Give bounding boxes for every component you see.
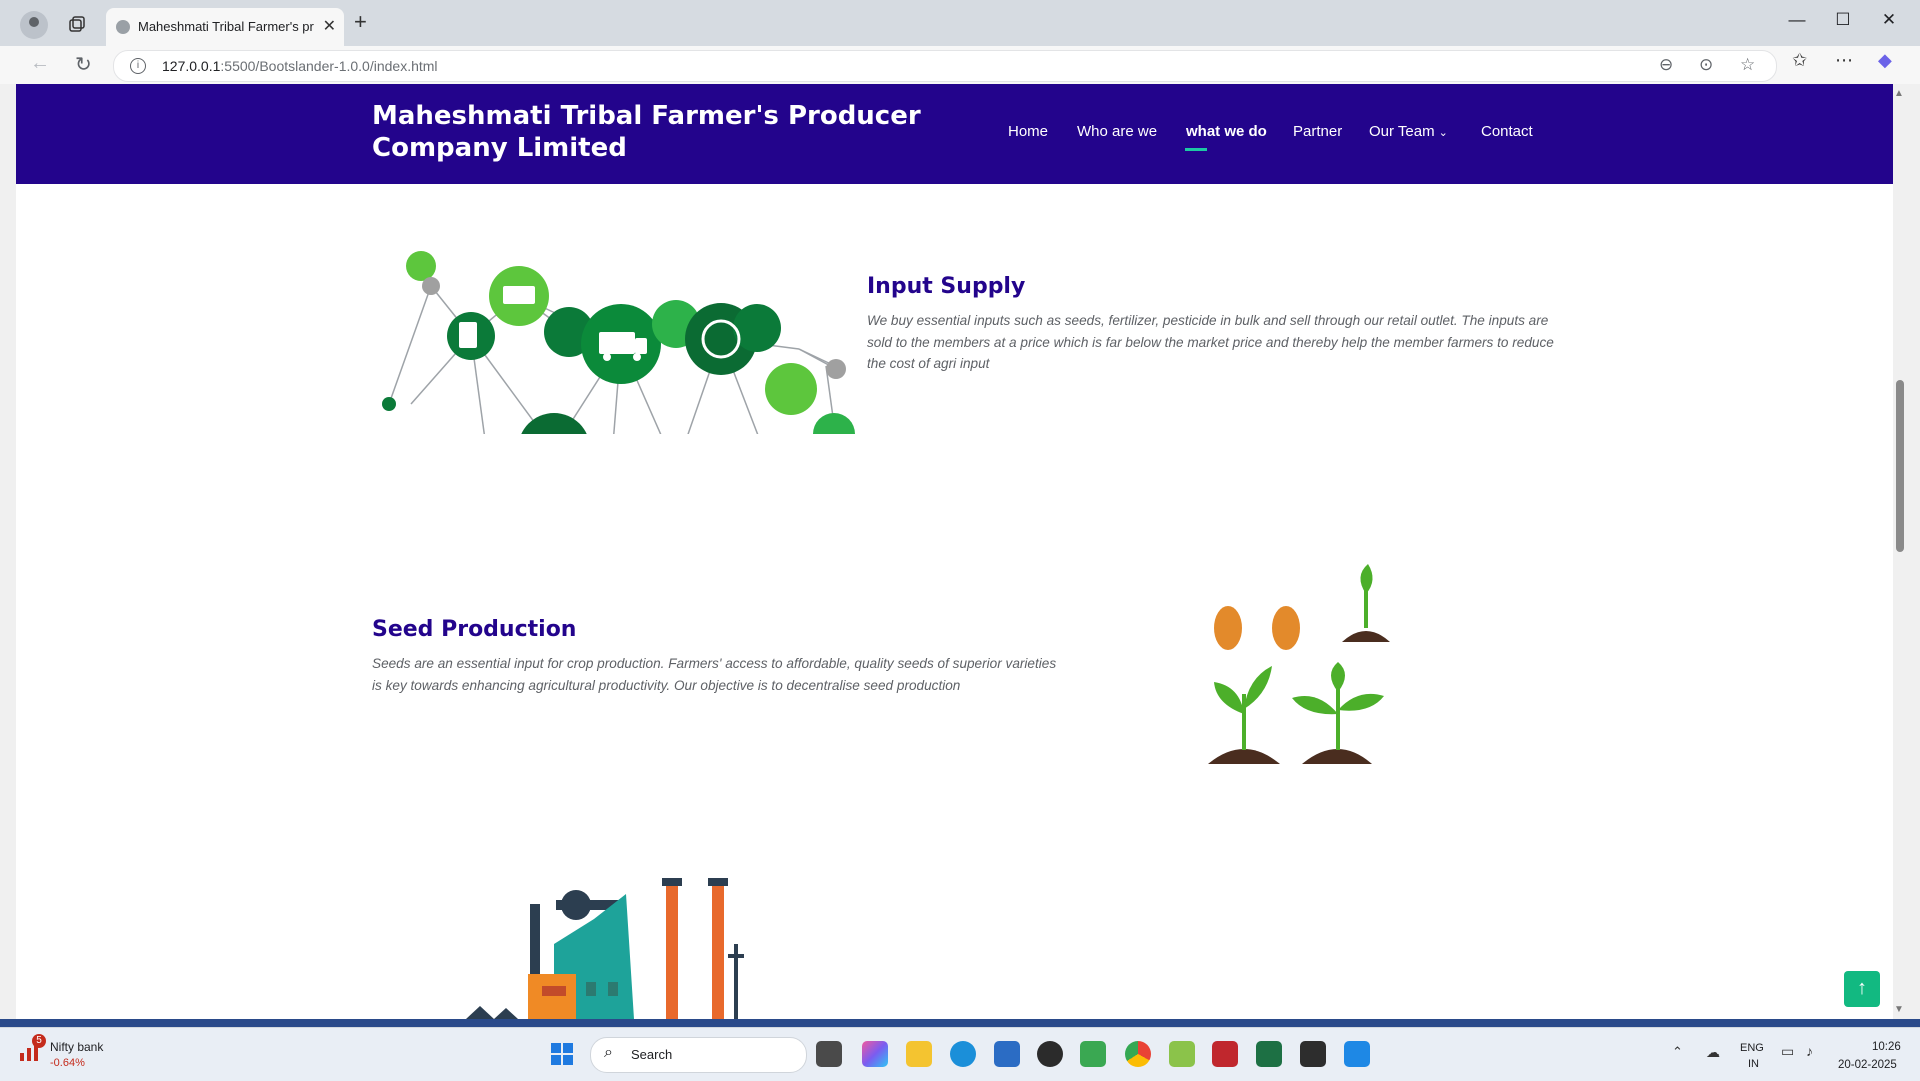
back-to-top-button[interactable]: ↑ — [1844, 971, 1880, 1007]
clock-time[interactable]: 10:26 — [1872, 1041, 1901, 1053]
app-icon[interactable] — [1080, 1041, 1106, 1067]
minimize-icon[interactable]: — — [1782, 10, 1812, 30]
taskbar-search[interactable]: ⌕ Search — [590, 1037, 807, 1073]
nav-our-team-label: Our Team — [1369, 123, 1435, 140]
zoom-icon[interactable]: ⊖ — [1659, 55, 1673, 75]
chevron-down-icon: ⌄ — [1438, 127, 1448, 139]
network-icon[interactable]: ▭ — [1781, 1043, 1794, 1060]
widget-title[interactable]: Nifty bank — [50, 1040, 103, 1054]
profile-icon[interactable] — [20, 11, 48, 39]
app-icon[interactable] — [1169, 1041, 1195, 1067]
dell-icon[interactable] — [1037, 1041, 1063, 1067]
web-page: Maheshmati Tribal Farmer's Producer Comp… — [16, 84, 1893, 1019]
nav-who-are-we[interactable]: Who are we — [1077, 123, 1157, 140]
reader-mode-icon[interactable]: ⊙ — [1699, 55, 1713, 75]
volume-icon[interactable]: ♪ — [1806, 1043, 1813, 1059]
site-header: Maheshmati Tribal Farmer's Producer Comp… — [16, 84, 1893, 184]
reload-icon[interactable]: ↻ — [75, 52, 92, 77]
favicon-icon — [116, 20, 130, 34]
url-path: :5500/Bootslander-1.0.0/index.html — [220, 58, 438, 74]
address-toolbar: ← ↻ i 127.0.0.1:5500/Bootslander-1.0.0/i… — [0, 46, 1920, 85]
scroll-down-arrow-icon[interactable]: ▼ — [1894, 1004, 1904, 1015]
tab-title: Maheshmati Tribal Farmer's prod — [138, 19, 314, 34]
nav-home[interactable]: Home — [1008, 123, 1048, 140]
back-arrow-icon[interactable]: ← — [30, 52, 50, 75]
site-logo[interactable]: Maheshmati Tribal Farmer's Producer Comp… — [372, 100, 982, 164]
clock-date[interactable]: 20-02-2025 — [1838, 1059, 1897, 1071]
nav-contact[interactable]: Contact — [1481, 123, 1533, 140]
taskbar: 5 Nifty bank -0.64% ⌕ Search ⌃ ☁ ENG IN … — [0, 1027, 1920, 1081]
close-window-icon[interactable]: ✕ — [1874, 10, 1904, 30]
url-text: 127.0.0.1:5500/Bootslander-1.0.0/index.h… — [162, 58, 438, 74]
nav-what-we-do[interactable]: what we do — [1186, 123, 1267, 140]
nav-our-team[interactable]: Our Team ⌄ — [1369, 123, 1448, 140]
maximize-icon[interactable]: ☐ — [1828, 10, 1858, 30]
language-indicator[interactable]: ENG — [1740, 1042, 1764, 1054]
file-explorer-icon[interactable] — [906, 1041, 932, 1067]
add-favorite-star-icon[interactable]: ☆ — [1740, 55, 1755, 75]
nav-partner[interactable]: Partner — [1293, 123, 1342, 140]
tray-chevron-up-icon[interactable]: ⌃ — [1672, 1044, 1683, 1060]
input-supply-heading: Input Supply — [867, 274, 1026, 299]
copilot-app-icon[interactable] — [862, 1041, 888, 1067]
editor-status-strip — [0, 1019, 1920, 1027]
windows-start-icon[interactable] — [550, 1042, 574, 1066]
widget-change: -0.64% — [50, 1057, 85, 1069]
arrow-up-icon: ↑ — [1857, 977, 1867, 999]
browser-tab-bar: Maheshmati Tribal Farmer's prod ✕ + — ☐ … — [0, 0, 1920, 46]
cloud-icon[interactable]: ☁ — [1706, 1044, 1720, 1061]
site-info-icon[interactable]: i — [130, 58, 146, 74]
seed-production-heading: Seed Production — [372, 617, 577, 642]
vscode-icon[interactable] — [1344, 1041, 1370, 1067]
active-nav-indicator — [1185, 148, 1207, 151]
more-options-icon[interactable]: ⋯ — [1835, 50, 1853, 71]
url-host: 127.0.0.1 — [162, 58, 221, 74]
workspaces-icon[interactable] — [62, 11, 90, 39]
new-tab-icon[interactable]: + — [354, 11, 367, 33]
copilot-icon[interactable]: ◆ — [1878, 50, 1892, 71]
terminal-icon[interactable] — [1300, 1041, 1326, 1067]
url-field[interactable]: i 127.0.0.1:5500/Bootslander-1.0.0/index… — [113, 50, 1777, 82]
language-region: IN — [1748, 1058, 1759, 1070]
tab-close-icon[interactable]: ✕ — [323, 16, 336, 36]
search-label: Search — [631, 1047, 673, 1062]
seed-growth-illustration — [1208, 564, 1390, 764]
browser-tab[interactable]: Maheshmati Tribal Farmer's prod ✕ — [106, 8, 344, 46]
store-icon[interactable] — [994, 1041, 1020, 1067]
input-supply-description: We buy essential inputs such as seeds, f… — [867, 313, 1554, 371]
left-edge — [0, 84, 16, 1019]
factory-illustration — [466, 878, 744, 1019]
chrome-icon[interactable] — [1125, 1041, 1151, 1067]
notification-badge: 5 — [32, 1034, 46, 1048]
scroll-up-arrow-icon[interactable]: ▲ — [1894, 88, 1904, 99]
page-scrollbar[interactable] — [1893, 84, 1920, 1019]
task-view-icon[interactable] — [816, 1041, 842, 1067]
seed-production-description: Seeds are an essential input for crop pr… — [372, 656, 1057, 693]
filezilla-icon[interactable] — [1212, 1041, 1238, 1067]
supply-chain-illustration — [382, 251, 855, 434]
search-icon: ⌕ — [604, 1044, 613, 1061]
excel-icon[interactable] — [1256, 1041, 1282, 1067]
scrollbar-thumb[interactable] — [1896, 380, 1904, 552]
favorites-icon[interactable]: ✩ — [1792, 50, 1807, 71]
edge-browser-icon[interactable] — [950, 1041, 976, 1067]
